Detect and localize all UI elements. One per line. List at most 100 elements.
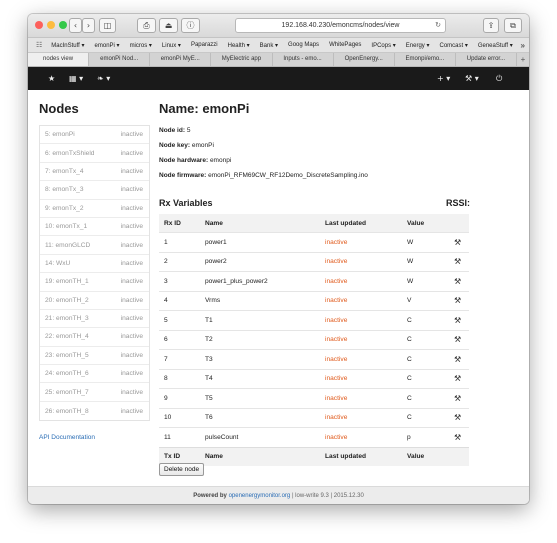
column-header: Rx ID [159, 214, 200, 233]
rx-name: T5 [200, 388, 320, 408]
node-list-item[interactable]: 9: emonTx_2 inactive [40, 200, 149, 218]
edit-wrench-icon[interactable]: ⚒ [449, 232, 469, 252]
node-list-item[interactable]: 8: emonTx_3 inactive [40, 181, 149, 200]
node-status: inactive [120, 407, 143, 415]
node-list-item[interactable]: 23: emonTH_5 inactive [40, 347, 149, 366]
share-button[interactable]: ⇪ [483, 18, 499, 33]
node-firmware-field: Node firmware: emonPi_RFM69CW_RF12Demo_D… [159, 172, 368, 179]
node-hardware-field: Node hardware: emonpi [159, 157, 231, 164]
edit-wrench-icon[interactable]: ⚒ [449, 329, 469, 350]
node-list-item[interactable]: 22: emonTH_4 inactive [40, 328, 149, 347]
table-row: 2 power2 inactive W ⚒ [159, 251, 469, 272]
bookmark-item[interactable]: GeneaStuff ▾ [473, 42, 518, 49]
minimize-window-button[interactable] [47, 21, 55, 29]
bookmark-item[interactable]: IPCops ▾ [366, 42, 400, 49]
tab[interactable]: Emonpi/emo... [395, 53, 456, 66]
edit-wrench-icon[interactable]: ⚒ [449, 407, 469, 428]
node-list-item[interactable]: 26: emonTH_8 inactive [40, 402, 149, 420]
logout-icon[interactable]: ⏻ [496, 67, 502, 90]
node-list-item[interactable]: 14: WxU inactive [40, 255, 149, 274]
show-tabs-button[interactable]: ⧉ [504, 18, 522, 33]
wrench-menu-icon[interactable]: ⚒ ▾ [465, 67, 479, 90]
tab[interactable]: Inputs - emo... [273, 53, 334, 66]
tab-strip: nodes view emonPi Nod... emonPi MyE... M… [28, 53, 529, 67]
apps-menu-icon[interactable]: ▦ ▾ [69, 67, 83, 90]
address-bar[interactable]: 192.168.40.230/emoncms/nodes/view ↻ [235, 18, 446, 33]
tab[interactable]: Update error... [456, 53, 517, 66]
bookmark-item[interactable]: Linux ▾ [157, 42, 186, 49]
rx-id: 5 [159, 310, 200, 330]
tab[interactable]: emonPi Nod... [89, 53, 151, 66]
info-value: emonPi_RFM69CW_RF12Demo_DiscreteSampling… [208, 172, 368, 179]
rx-name: T3 [200, 349, 320, 369]
delete-node-button[interactable]: Delete node [159, 463, 205, 476]
page-title: Name: emonPi [159, 101, 250, 116]
rx-id: 1 [159, 232, 200, 252]
node-status: inactive [120, 204, 143, 212]
edit-wrench-icon[interactable]: ⚒ [449, 290, 469, 311]
last-updated: inactive [320, 310, 402, 330]
edit-wrench-icon[interactable]: ⚒ [449, 310, 469, 330]
tab-nodes-view[interactable]: nodes view [28, 53, 90, 66]
rx-name: T2 [200, 329, 320, 350]
node-list-item[interactable]: 7: emonTx_4 inactive [40, 163, 149, 182]
openenergymonitor-link[interactable]: openenergymonitor.org [229, 493, 291, 499]
bookmark-item[interactable]: Goog Maps [283, 42, 324, 48]
close-window-button[interactable] [35, 21, 43, 29]
share-tray-button[interactable]: ⏏ [159, 18, 178, 33]
bookmarks-grid-icon[interactable]: ☷ [28, 41, 46, 49]
bookmark-item[interactable]: Paparazzi [186, 42, 223, 48]
node-list-item[interactable]: 25: emonTH_7 inactive [40, 383, 149, 402]
edit-wrench-icon[interactable]: ⚒ [449, 271, 469, 291]
bookmark-item[interactable]: Comcast ▾ [434, 42, 472, 49]
node-status: inactive [120, 167, 143, 175]
edit-wrench-icon[interactable]: ⚒ [449, 349, 469, 369]
forward-button[interactable]: › [82, 18, 95, 33]
column-header [449, 214, 469, 233]
node-list-item[interactable]: 24: emonTH_6 inactive [40, 365, 149, 384]
node-status: inactive [120, 296, 143, 304]
node-list-item[interactable]: 5: emonPi inactive [40, 126, 149, 145]
edit-wrench-icon[interactable]: ⚒ [449, 388, 469, 408]
node-list-item[interactable]: 19: emonTH_1 inactive [40, 273, 149, 292]
tab[interactable]: OpenEnergy... [334, 53, 395, 66]
node-status: inactive [120, 241, 143, 249]
edit-wrench-icon[interactable]: ⚒ [449, 251, 469, 272]
bookmark-item[interactable]: Energy ▾ [401, 42, 435, 49]
new-tab-icon[interactable]: + [517, 53, 529, 66]
node-list-item[interactable]: 10: emonTx_1 inactive [40, 218, 149, 237]
last-updated: inactive [320, 232, 402, 252]
bookmark-item[interactable]: Health ▾ [223, 42, 255, 49]
node-list-item[interactable]: 21: emonTH_3 inactive [40, 310, 149, 329]
edit-wrench-icon[interactable]: ⚒ [449, 427, 469, 447]
bookmark-item[interactable]: MacInStuff ▾ [46, 42, 89, 49]
zoom-window-button[interactable] [59, 21, 67, 29]
node-label: 24: emonTH_6 [45, 370, 89, 378]
tab[interactable]: emonPi MyE... [150, 53, 212, 66]
tab[interactable]: MyElectric app [211, 53, 273, 66]
bookmark-item[interactable]: WhitePages [324, 42, 366, 48]
leaf-menu-icon[interactable]: ❧ ▾ [97, 67, 110, 90]
reload-icon[interactable]: ↻ [435, 19, 441, 32]
print-button[interactable]: ⎙ [137, 18, 156, 33]
node-list-item[interactable]: 11: emonGLCD inactive [40, 236, 149, 255]
browser-window: ‹ › ◫ ⎙ ⏏ ⓘ 192.168.40.230/emoncms/nodes… [28, 14, 529, 504]
node-label: 14: WxU [45, 259, 71, 267]
bookmark-item[interactable]: Bank ▾ [255, 42, 283, 49]
back-button[interactable]: ‹ [69, 18, 82, 33]
star-icon[interactable]: ★ [48, 67, 55, 90]
bookmark-item[interactable]: emonPi ▾ [90, 42, 125, 49]
bookmark-item[interactable]: micros ▾ [125, 42, 157, 49]
api-documentation-link[interactable]: API Documentation [39, 434, 95, 441]
sidebar-toggle-button[interactable]: ◫ [99, 18, 116, 33]
last-updated: inactive [320, 251, 402, 272]
more-bookmarks-icon[interactable]: » [521, 41, 529, 50]
info-value: emonPi [191, 142, 214, 149]
node-list-item[interactable]: 20: emonTH_2 inactive [40, 292, 149, 310]
rx-name: power1 [200, 232, 320, 252]
reader-button[interactable]: ⓘ [181, 18, 200, 33]
add-menu-icon[interactable]: + ▾ [437, 67, 450, 90]
node-list-item[interactable]: 6: emonTxShield inactive [40, 144, 149, 163]
table-row: 5 T1 inactive C ⚒ [159, 310, 469, 330]
edit-wrench-icon[interactable]: ⚒ [449, 368, 469, 389]
